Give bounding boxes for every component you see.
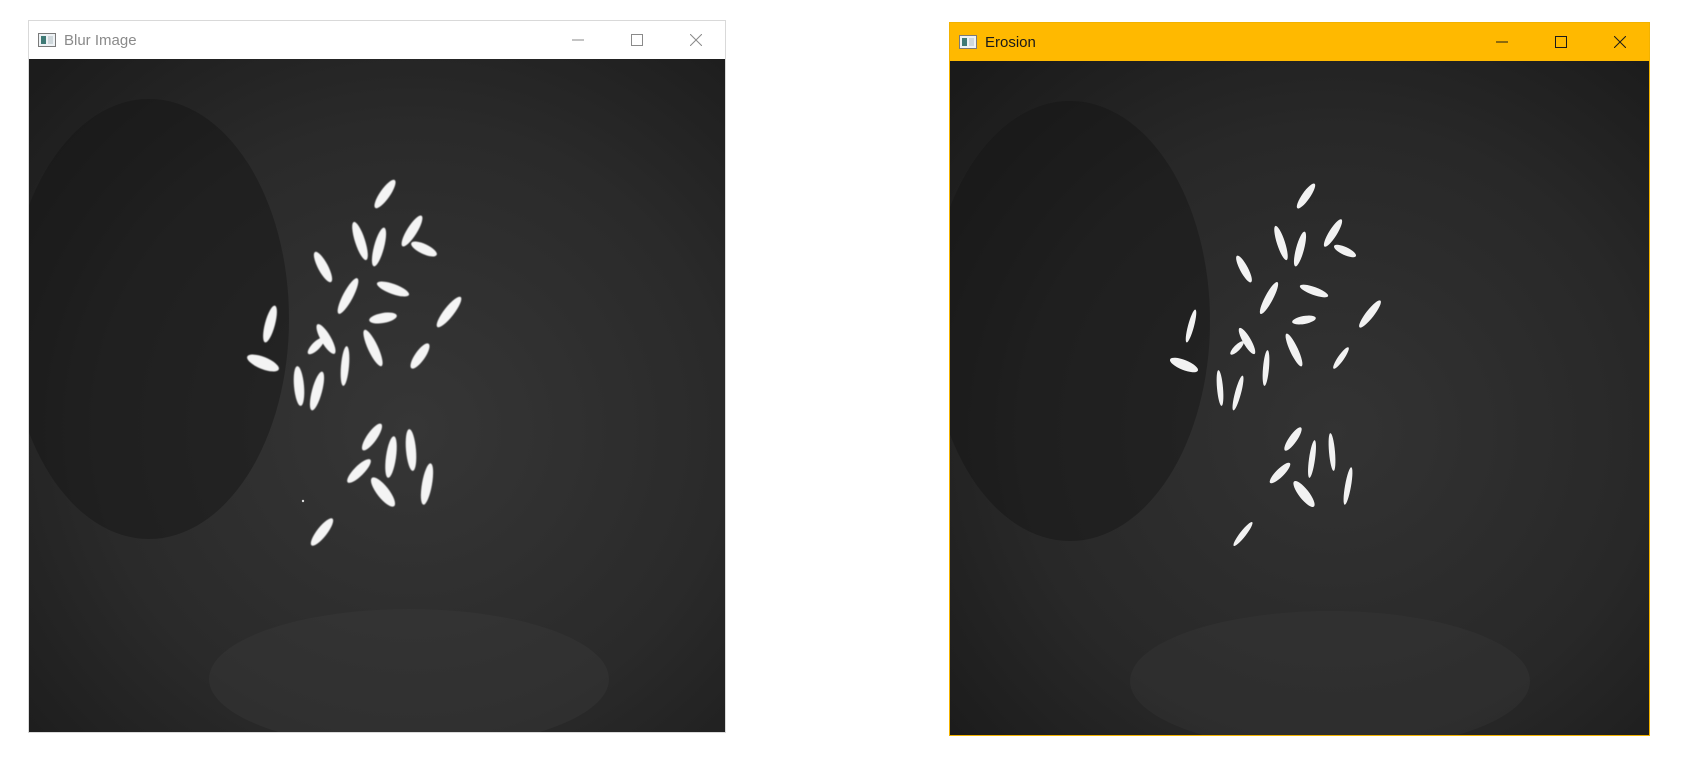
close-icon [1613,36,1626,48]
erosion-window[interactable]: Erosion [949,22,1650,736]
erosion-image-canvas [950,61,1649,735]
app-icon [959,35,977,49]
rice-grains-image [29,59,725,732]
maximize-icon [1554,36,1567,48]
blur-image-window[interactable]: Blur Image [28,20,726,733]
blur-image-canvas [29,59,725,732]
window-title: Erosion [985,33,1036,51]
maximize-icon [630,34,643,46]
minimize-icon [571,39,584,41]
window-controls [548,21,725,59]
minimize-icon [1495,41,1508,43]
rice-grains-image [950,61,1649,735]
window-title: Blur Image [64,31,137,49]
minimize-button[interactable] [1472,23,1531,61]
maximize-button[interactable] [607,21,666,59]
maximize-button[interactable] [1531,23,1590,61]
window-controls [1472,23,1649,61]
close-button[interactable] [1590,23,1649,61]
close-icon [689,34,702,46]
titlebar[interactable]: Erosion [950,23,1649,61]
minimize-button[interactable] [548,21,607,59]
app-icon [38,33,56,47]
close-button[interactable] [666,21,725,59]
titlebar[interactable]: Blur Image [29,21,725,59]
